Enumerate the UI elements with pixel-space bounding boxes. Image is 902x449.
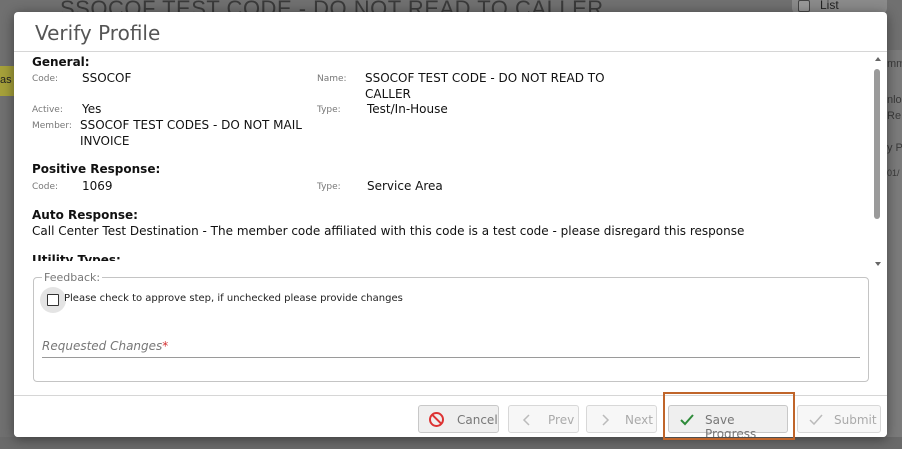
- next-button[interactable]: Next: [586, 405, 657, 433]
- cancel-icon: [429, 412, 444, 427]
- verify-profile-dialog: Verify Profile General: Code: SSOCOF Nam…: [14, 12, 887, 437]
- positive-response-heading: Positive Response:: [32, 162, 161, 176]
- dialog-title: Verify Profile: [35, 21, 161, 45]
- general-name-line1: SSOCOF TEST CODE - DO NOT READ TO: [365, 71, 605, 85]
- feedback-legend: Feedback:: [42, 271, 103, 284]
- positive-type-value: Service Area: [367, 179, 443, 193]
- general-heading: General:: [32, 55, 90, 69]
- checkmark-icon: [809, 414, 823, 426]
- general-type-value: Test/In-House: [367, 102, 448, 116]
- submit-button[interactable]: Submit: [797, 405, 881, 433]
- general-name-line2: CALLER: [365, 87, 411, 101]
- auto-response-text: Call Center Test Destination - The membe…: [32, 224, 745, 238]
- general-member-label: Member:: [32, 121, 72, 131]
- scroll-down-arrow-icon[interactable]: [875, 262, 881, 266]
- background-left-tab: as: [0, 66, 14, 96]
- scroll-up-arrow-icon[interactable]: [875, 57, 881, 61]
- profile-details: General: Code: SSOCOF Name: SSOCOF TEST …: [14, 53, 872, 261]
- save-progress-highlight-box: [663, 392, 795, 440]
- general-name-label: Name:: [317, 74, 347, 84]
- required-asterisk: *: [162, 339, 169, 353]
- cancel-button[interactable]: Cancel: [418, 405, 499, 433]
- feedback-group: Feedback: Please check to approve step, …: [33, 271, 869, 382]
- general-type-label: Type:: [317, 105, 341, 115]
- details-scrollbar[interactable]: [872, 53, 887, 267]
- requested-changes-label: Requested Changes*: [42, 339, 169, 353]
- positive-code-value: 1069: [82, 179, 113, 193]
- prev-button[interactable]: Prev: [508, 405, 579, 433]
- requested-changes-input[interactable]: [42, 357, 860, 358]
- general-code-value: SSOCOF: [82, 71, 132, 85]
- general-active-label: Active:: [32, 105, 63, 115]
- general-member-line1: SSOCOF TEST CODES - DO NOT MAIL: [80, 118, 302, 132]
- approve-step-checkbox[interactable]: [47, 294, 59, 306]
- dialog-header: Verify Profile: [14, 12, 887, 52]
- positive-type-label: Type:: [317, 182, 341, 192]
- general-member-line2: INVOICE: [80, 134, 130, 148]
- auto-response-heading: Auto Response:: [32, 208, 138, 222]
- chevron-right-icon: [602, 414, 610, 426]
- scrollbar-thumb[interactable]: [874, 69, 880, 219]
- approve-step-label[interactable]: Please check to approve step, if uncheck…: [64, 293, 403, 304]
- general-active-value: Yes: [82, 102, 102, 116]
- list-icon: [798, 0, 810, 12]
- utility-types-heading: Utility Types:: [32, 253, 121, 261]
- chevron-left-icon: [522, 414, 530, 426]
- positive-code-label: Code:: [32, 182, 59, 192]
- background-right-panel: mm nlo Re y P 01/: [887, 50, 902, 449]
- general-code-label: Code:: [32, 74, 59, 84]
